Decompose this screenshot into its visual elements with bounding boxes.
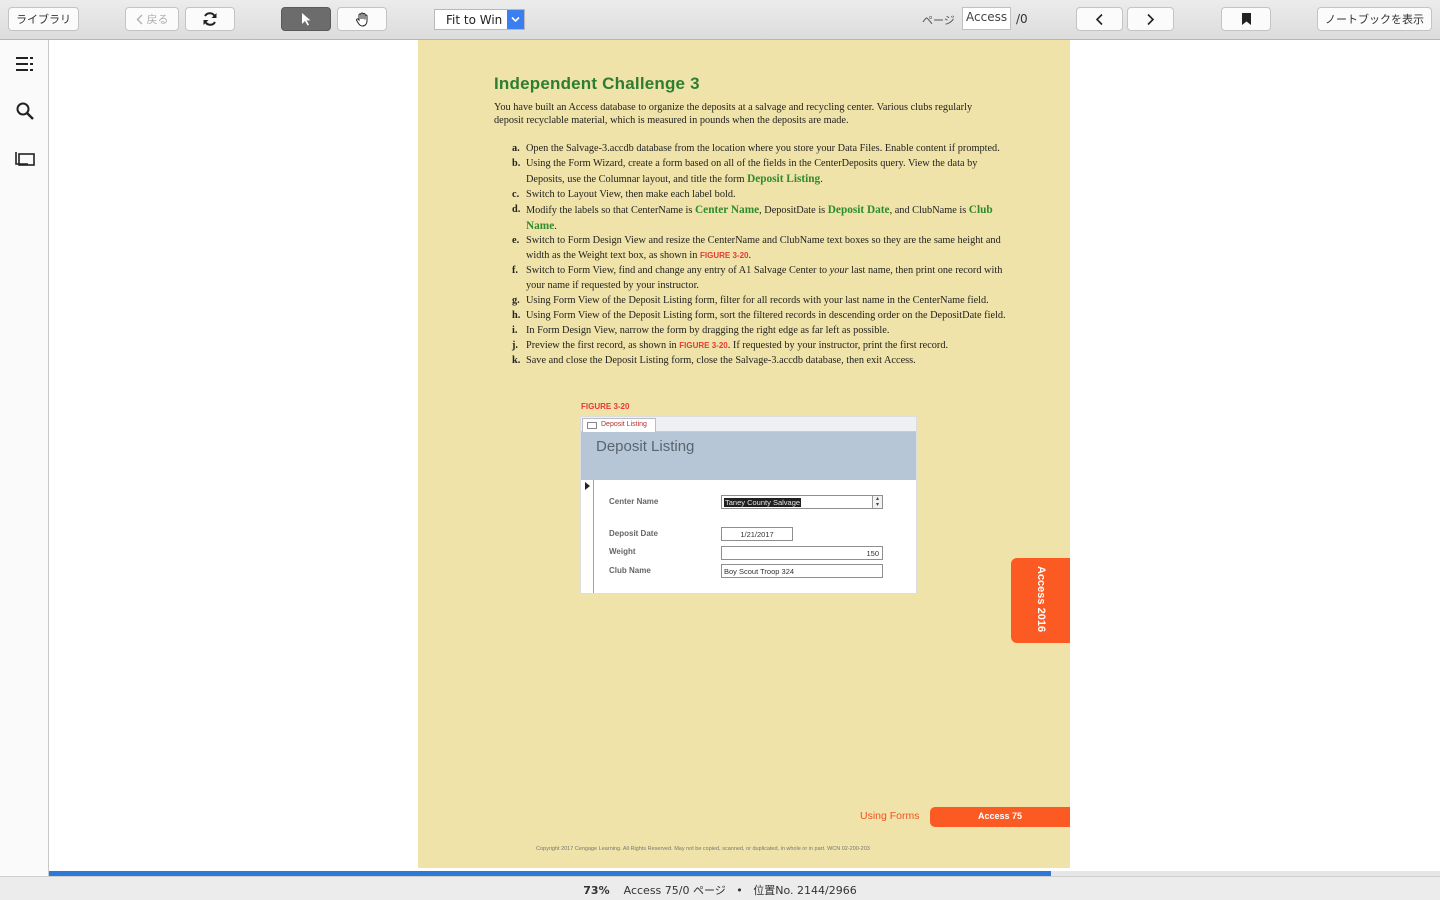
record-pointer-icon (585, 482, 590, 490)
table-of-contents-icon[interactable] (14, 53, 36, 75)
step-item: k. Save and close the Deposit Listing for… (512, 354, 916, 366)
status-separator: • (736, 884, 743, 897)
field-value: 1/21/2017 (721, 527, 793, 541)
step-item: i. In Form Design View, narrow the form b… (512, 324, 890, 336)
library-button[interactable]: ライブラリ (8, 7, 79, 31)
step-item: g. Using Form View of the Deposit Listing… (512, 295, 989, 307)
select-tool-button[interactable] (281, 7, 331, 31)
status-position: 位置No. 2144/2966 (753, 884, 857, 897)
refresh-icon (202, 12, 218, 26)
toolbar: ライブラリ 戻る Fit to Win ページ Access /0 ノートブック… (0, 0, 1440, 40)
status-bar: 73% Access 75/0 ページ • 位置No. 2144/2966 (0, 876, 1440, 900)
step-item: a. Open the Salvage-3.accdb database from… (512, 143, 1000, 154)
bookmark-icon (1241, 12, 1252, 26)
hand-tool-button[interactable] (337, 7, 387, 31)
page-label: ページ (922, 14, 955, 27)
chapter-side-tab-label: Access 2016 (1035, 566, 1047, 633)
bookmark-button[interactable] (1221, 7, 1271, 31)
field-label: Weight (609, 547, 636, 556)
intro-paragraph: You have built an Access database to org… (494, 102, 973, 126)
spinner-icon: ▴ ▾ (872, 496, 882, 508)
field-label: Club Name (609, 566, 651, 575)
field-value: Taney County Salvage ▴ ▾ (721, 495, 883, 509)
figure-tab-label: Deposit Listing (601, 421, 647, 428)
zoom-select[interactable]: Fit to Win (434, 9, 525, 30)
form-icon (587, 422, 597, 429)
step-item: j. Preview the first record, as shown in … (512, 339, 949, 351)
challenge-title: Independent Challenge 3 (494, 74, 700, 93)
copyright-notice: Copyright 2017 Cengage Learning. All Rig… (536, 846, 870, 852)
search-icon[interactable] (14, 100, 36, 122)
step-item: c. Switch to Layout View, then make each … (512, 188, 736, 200)
library-label: ライブラリ (16, 13, 71, 26)
step-item: h. Using Form View of the Deposit Listing… (512, 309, 1006, 321)
chevron-left-icon (136, 14, 143, 25)
page-total: /0 (1016, 12, 1028, 26)
field-value: 150 (721, 546, 883, 560)
back-button[interactable]: 戻る (125, 7, 179, 31)
chevron-right-icon (1146, 13, 1155, 26)
record-selector (581, 480, 594, 593)
figure-tab-bar: Deposit Listing (581, 417, 916, 432)
step-list: a. Open the Salvage-3.accdb database from… (512, 142, 1012, 369)
back-label: 戻る (146, 13, 169, 26)
footer-page-number: Access 75 (930, 807, 1070, 827)
step-item: f. Switch to Form View, find and change a… (512, 265, 1003, 292)
step-item: d. Modify the labels so that CenterName i… (512, 203, 993, 232)
cursor-arrow-icon (301, 12, 312, 26)
figure-form-tab: Deposit Listing (582, 418, 656, 432)
page-number-input[interactable]: Access (962, 7, 1011, 30)
field-label: Deposit Date (609, 529, 658, 538)
status-location: Access 75/0 ページ (623, 884, 726, 897)
book-page: Independent Challenge 3 You have built a… (418, 40, 1070, 868)
document-viewer[interactable]: Independent Challenge 3 You have built a… (49, 40, 1440, 871)
previous-page-button[interactable] (1076, 7, 1123, 31)
figure-form-title: Deposit Listing (596, 438, 695, 455)
show-notebook-label: ノートブックを表示 (1325, 13, 1424, 26)
figure-caption: FIGURE 3-20 (581, 402, 630, 411)
status-percent: 73% (583, 884, 610, 897)
step-item: e. Switch to Form Design View and resize … (512, 235, 1001, 262)
dropdown-arrow-icon[interactable] (507, 10, 524, 29)
status-text: 73% Access 75/0 ページ • 位置No. 2144/2966 (0, 882, 1440, 898)
chevron-left-icon (1095, 13, 1104, 26)
next-page-button[interactable] (1127, 7, 1174, 31)
figure-form-screenshot: Deposit Listing Deposit Listing Center N… (580, 416, 917, 594)
chapter-side-tab: Access 2016 (1011, 558, 1070, 643)
footer-section-title: Using Forms (860, 810, 920, 822)
refresh-button[interactable] (185, 7, 235, 31)
show-notebook-button[interactable]: ノートブックを表示 (1317, 7, 1432, 31)
field-value: Boy Scout Troop 324 (721, 564, 883, 578)
zoom-value: Fit to Win (446, 13, 503, 27)
hand-icon (355, 12, 370, 27)
step-item: b. Using the Form Wizard, create a form b… (512, 157, 978, 185)
field-label: Center Name (609, 497, 659, 506)
sidebar (0, 40, 49, 876)
figure-form-header: Deposit Listing (581, 432, 916, 480)
flashcards-icon[interactable] (14, 147, 36, 169)
